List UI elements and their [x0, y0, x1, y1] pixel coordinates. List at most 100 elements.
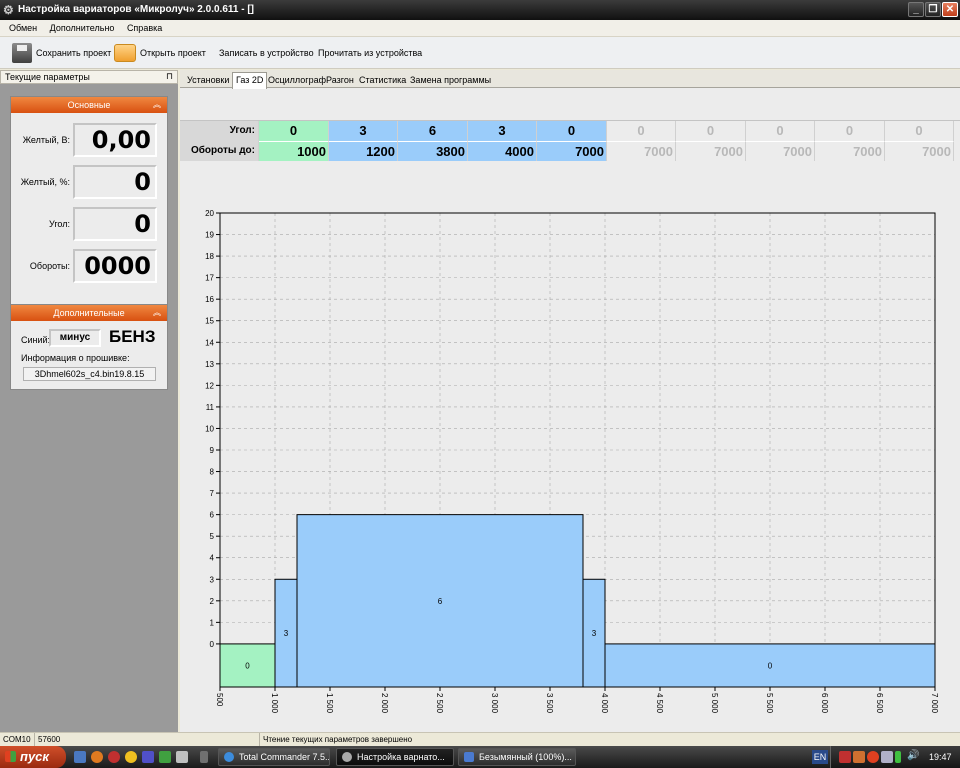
maximize-button[interactable]: ❐	[925, 2, 941, 17]
y-tick-label: 11	[206, 403, 215, 412]
chrome-icon[interactable]	[125, 751, 137, 763]
rpm-cell[interactable]: 7000	[676, 141, 746, 161]
read-device-button[interactable]: Прочитать из устройства	[318, 37, 422, 69]
language-indicator[interactable]: EN	[812, 750, 828, 764]
gas-2d-chart[interactable]: 01234567891011121314151617181920500 1 000…	[180, 190, 960, 730]
tab-settings[interactable]: Установки	[184, 73, 232, 88]
rpm-cell[interactable]: 7000	[607, 141, 676, 161]
menu-help[interactable]: Справка	[122, 20, 167, 37]
extra-group-header[interactable]: Дополнительные ︽	[11, 305, 167, 321]
tab-acceleration[interactable]: Разгон	[323, 73, 357, 88]
main-group-header[interactable]: Основные ︽	[11, 97, 167, 113]
save-project-button[interactable]: Сохранить проект	[12, 37, 111, 69]
volume-icon[interactable]: 🔊	[907, 750, 919, 761]
tab-gas-2d[interactable]: Газ 2D	[232, 72, 268, 89]
angle-cell[interactable]: 0	[537, 121, 607, 141]
start-button[interactable]: пуск	[0, 746, 66, 768]
angle-cell[interactable]: 3	[329, 121, 398, 141]
menu-exchange[interactable]: Обмен	[4, 20, 42, 37]
y-tick-label: 18	[205, 252, 214, 261]
y-tick-label: 16	[205, 295, 214, 304]
save-app-icon[interactable]	[142, 751, 154, 763]
tab-replace-program[interactable]: Замена программы	[407, 73, 494, 88]
angle-cell[interactable]: 0	[676, 121, 746, 141]
rpm-cell[interactable]: 7000	[746, 141, 815, 161]
write-device-button[interactable]: Записать в устройство	[219, 37, 314, 69]
current-params-panel: Текущие параметры ⊓ Основные ︽ Желтый, В…	[0, 70, 178, 732]
angle-cell[interactable]: 0	[815, 121, 885, 141]
menu-additional[interactable]: Дополнительно	[45, 20, 120, 37]
collapse-icon[interactable]: ︽	[153, 97, 161, 113]
main-group-title: Основные	[67, 100, 111, 110]
y-tick-label: 2	[210, 597, 215, 606]
panel-title: Текущие параметры	[5, 72, 90, 82]
start-label: пуск	[20, 749, 49, 764]
flag-icon[interactable]	[881, 751, 893, 763]
x-tick-label: 4 000	[600, 693, 609, 714]
x-tick-label: 6 000	[820, 693, 829, 714]
folder-icon	[114, 44, 136, 62]
yellow-volt-row: Желтый, В: 0,00	[11, 123, 167, 157]
angle-cell[interactable]: 0	[259, 121, 329, 141]
y-tick-label: 19	[205, 231, 214, 240]
y-tick-label: 4	[210, 554, 215, 563]
task-variator-setup[interactable]: Настройка варнато...	[336, 748, 454, 766]
bar-label: 0	[245, 661, 250, 670]
rpm-cell[interactable]: 3800	[398, 141, 468, 161]
x-tick-label: 5 500	[765, 693, 774, 714]
task-untitled-paint[interactable]: Безымянный (100%)...	[458, 748, 576, 766]
tool-icon[interactable]	[176, 751, 188, 763]
task-total-commander-label: Total Commander 7.5...	[239, 752, 330, 762]
browser-icon[interactable]	[91, 751, 103, 763]
y-tick-label: 6	[210, 511, 215, 520]
open-project-button[interactable]: Открыть проект	[114, 37, 206, 69]
y-tick-label: 8	[210, 468, 215, 477]
x-tick-label: 1 000	[270, 693, 279, 714]
bar-label: 6	[438, 597, 443, 606]
status-port: COM10	[0, 733, 35, 747]
rpm-cell[interactable]: 1200	[329, 141, 398, 161]
panel-header: Текущие параметры ⊓	[0, 70, 178, 84]
title-bar[interactable]: ⚙ Настройка вариаторов «Микролуч» 2.0.0.…	[0, 0, 960, 20]
rpm-value: 0000	[73, 249, 157, 283]
pin-icon[interactable]: ⊓	[166, 71, 173, 82]
x-tick-label: 3 000	[490, 693, 499, 714]
fuel-type: БЕНЗ	[109, 327, 156, 346]
rpm-row-header: Обороты до:	[180, 141, 259, 161]
rpm-cell[interactable]: 7000	[885, 141, 954, 161]
rpm-cell[interactable]: 4000	[468, 141, 537, 161]
angle-cell[interactable]: 0	[746, 121, 815, 141]
expand-icon[interactable]	[200, 751, 208, 763]
angle-cell[interactable]: 0	[607, 121, 676, 141]
y-tick-label: 10	[205, 424, 214, 433]
photo-app-icon[interactable]	[159, 751, 171, 763]
task-variator-setup-label: Настройка варнато...	[357, 752, 445, 762]
angle-cell[interactable]: 3	[468, 121, 537, 141]
rpm-cell[interactable]: 1000	[259, 141, 329, 161]
rpm-cell[interactable]: 7000	[537, 141, 607, 161]
opera-icon[interactable]	[108, 751, 120, 763]
bar-label: 3	[284, 629, 289, 638]
tab-oscilloscope[interactable]: Осциллограф	[265, 73, 329, 88]
taskbar: пуск Total Commander 7.5... Настройка ва…	[0, 746, 960, 768]
angle-cell[interactable]: 6	[398, 121, 468, 141]
y-tick-label: 7	[210, 489, 215, 498]
blue-wire-value: минус	[49, 329, 101, 347]
y-tick-label: 0	[210, 640, 215, 649]
task-total-commander[interactable]: Total Commander 7.5...	[218, 748, 330, 766]
write-device-label: Записать в устройство	[219, 48, 314, 58]
yellow-volt-label: Желтый, В:	[22, 135, 70, 145]
y-tick-label: 1	[210, 618, 215, 627]
tab-statistics[interactable]: Статистика	[356, 73, 409, 88]
alert-icon[interactable]	[867, 751, 879, 763]
desktop-icon[interactable]	[74, 751, 86, 763]
battery-icon[interactable]	[895, 751, 901, 763]
close-button[interactable]: ✕	[942, 2, 958, 17]
tray-app-icon[interactable]	[853, 751, 865, 763]
tray-app-icon[interactable]	[839, 751, 851, 763]
angle-cell[interactable]: 0	[885, 121, 954, 141]
rpm-cell[interactable]: 7000	[815, 141, 885, 161]
collapse-icon[interactable]: ︽	[153, 305, 161, 321]
y-tick-label: 3	[210, 575, 215, 584]
minimize-button[interactable]: _	[908, 2, 924, 17]
